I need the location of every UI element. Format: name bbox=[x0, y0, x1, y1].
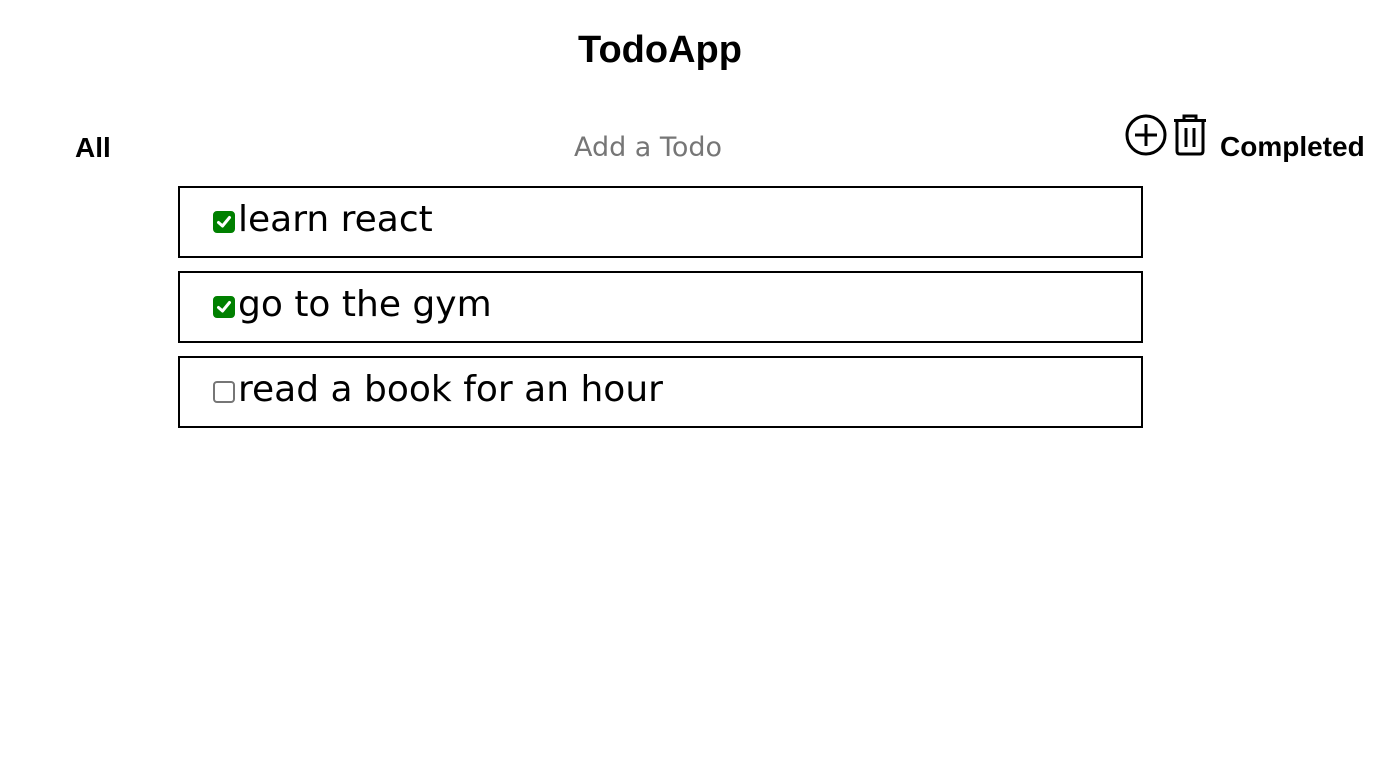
todo-item: read a book for an hour bbox=[178, 356, 1143, 428]
todo-checkbox[interactable] bbox=[213, 381, 235, 403]
todo-app: TodoApp All Completed learn react bbox=[0, 0, 1391, 783]
todo-text: go to the gym bbox=[238, 284, 492, 325]
add-todo-input[interactable] bbox=[178, 126, 1118, 168]
app-title: TodoApp bbox=[578, 29, 742, 71]
delete-completed-button[interactable] bbox=[1171, 113, 1209, 157]
plus-circle-icon bbox=[1124, 114, 1168, 160]
todo-text: read a book for an hour bbox=[238, 369, 663, 410]
trash-icon bbox=[1171, 114, 1209, 160]
todo-checkbox[interactable] bbox=[213, 296, 235, 318]
filter-all-button[interactable]: All bbox=[75, 131, 111, 165]
filter-completed-button[interactable]: Completed bbox=[1220, 130, 1365, 164]
check-icon bbox=[217, 301, 231, 313]
todo-item: learn react bbox=[178, 186, 1143, 258]
check-icon bbox=[217, 216, 231, 228]
todo-text: learn react bbox=[238, 199, 433, 240]
todo-list: learn react go to the gym read a book fo… bbox=[178, 186, 1143, 441]
todo-checkbox[interactable] bbox=[213, 211, 235, 233]
add-todo-button[interactable] bbox=[1124, 113, 1168, 157]
todo-item: go to the gym bbox=[178, 271, 1143, 343]
